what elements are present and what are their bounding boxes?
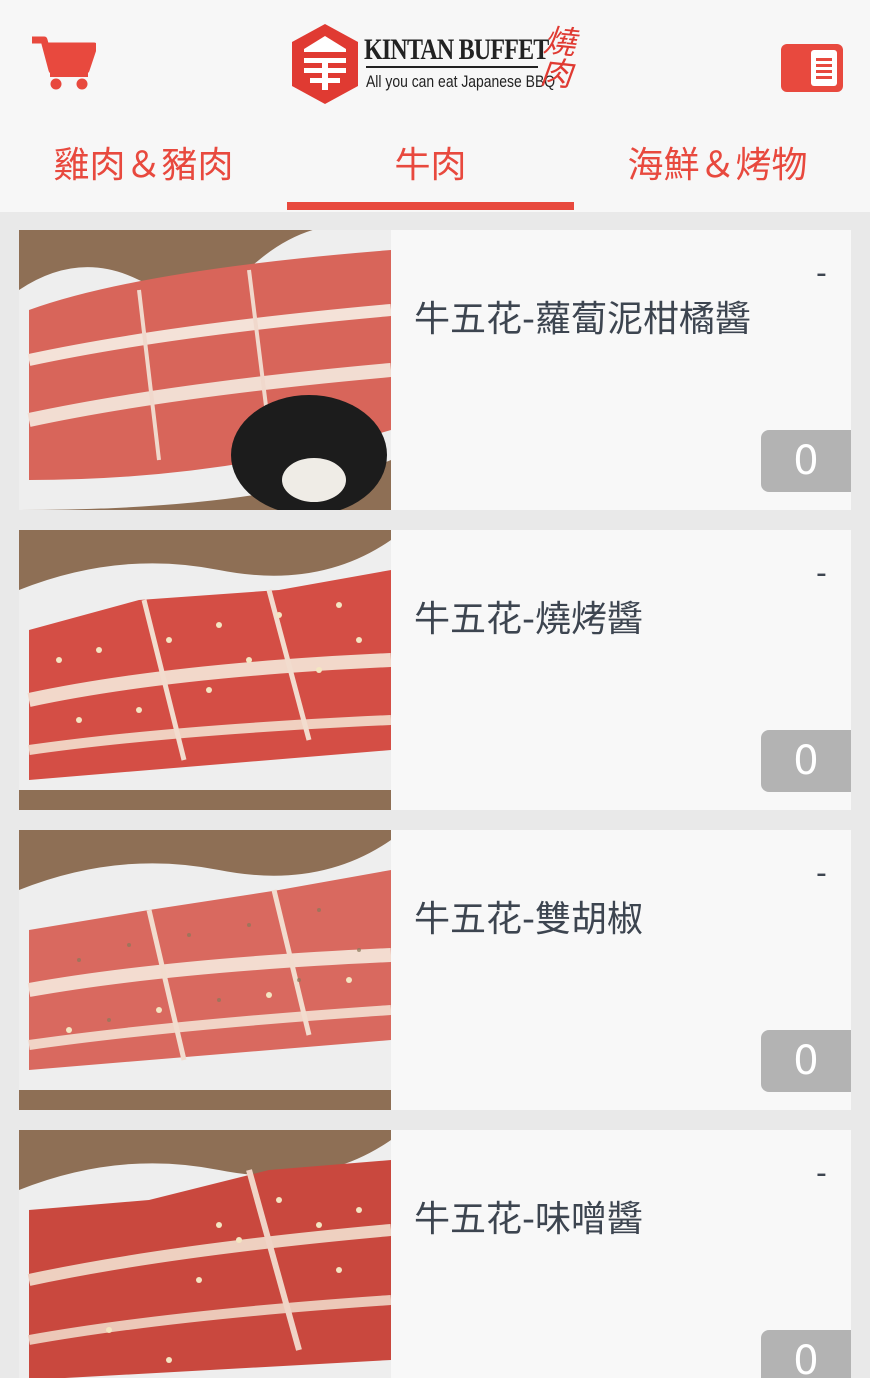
tab-seafood-grill[interactable]: 海鮮＆烤物 bbox=[574, 132, 861, 212]
menu-item-card[interactable]: - 牛五花-燒烤醬 0 bbox=[19, 530, 851, 810]
kintan-buffet-logo[interactable]: KINTAN BUFFET All you can eat Japanese B… bbox=[290, 20, 590, 110]
item-name: 牛五花-味噌醬 bbox=[414, 1199, 643, 1240]
decrease-button[interactable]: - bbox=[816, 256, 827, 291]
tab-chicken-pork[interactable]: 雞肉＆豬肉 bbox=[0, 132, 287, 212]
menu-item-card[interactable]: - 牛五花-味噌醬 0 bbox=[19, 1130, 851, 1378]
quantity-badge[interactable]: 0 bbox=[761, 1030, 851, 1092]
beef-belly-photo bbox=[19, 830, 391, 1110]
active-tab-indicator bbox=[287, 202, 574, 210]
logo-kanji: 燒肉 bbox=[538, 21, 578, 95]
decrease-button[interactable]: - bbox=[816, 1156, 827, 1191]
logo-divider bbox=[366, 66, 538, 68]
quantity-badge[interactable]: 0 bbox=[761, 430, 851, 492]
decrease-button[interactable]: - bbox=[816, 856, 827, 891]
app-header: KINTAN BUFFET All you can eat Japanese B… bbox=[0, 0, 870, 212]
shopping-cart-icon[interactable] bbox=[30, 34, 98, 90]
logo-subtitle: All you can eat Japanese BBQ bbox=[366, 72, 556, 91]
item-name: 牛五花-雙胡椒 bbox=[414, 899, 643, 940]
beef-belly-photo bbox=[19, 230, 391, 510]
menu-item-card[interactable]: - 牛五花-蘿蔔泥柑橘醬 0 bbox=[19, 230, 851, 510]
category-tabs: 雞肉＆豬肉 牛肉 海鮮＆烤物 bbox=[0, 132, 870, 212]
tab-beef[interactable]: 牛肉 bbox=[287, 132, 574, 212]
list-menu-icon[interactable] bbox=[781, 44, 843, 92]
logo-emblem-icon bbox=[290, 22, 360, 106]
beef-belly-photo bbox=[19, 1130, 391, 1378]
logo-title: KINTAN BUFFET bbox=[364, 33, 549, 66]
quantity-badge[interactable]: 0 bbox=[761, 1330, 851, 1378]
item-name: 牛五花-蘿蔔泥柑橘醬 bbox=[414, 299, 751, 340]
decrease-button[interactable]: - bbox=[816, 556, 827, 591]
menu-item-card[interactable]: - 牛五花-雙胡椒 0 bbox=[19, 830, 851, 1110]
item-name: 牛五花-燒烤醬 bbox=[414, 599, 643, 640]
quantity-badge[interactable]: 0 bbox=[761, 730, 851, 792]
beef-belly-photo bbox=[19, 530, 391, 810]
